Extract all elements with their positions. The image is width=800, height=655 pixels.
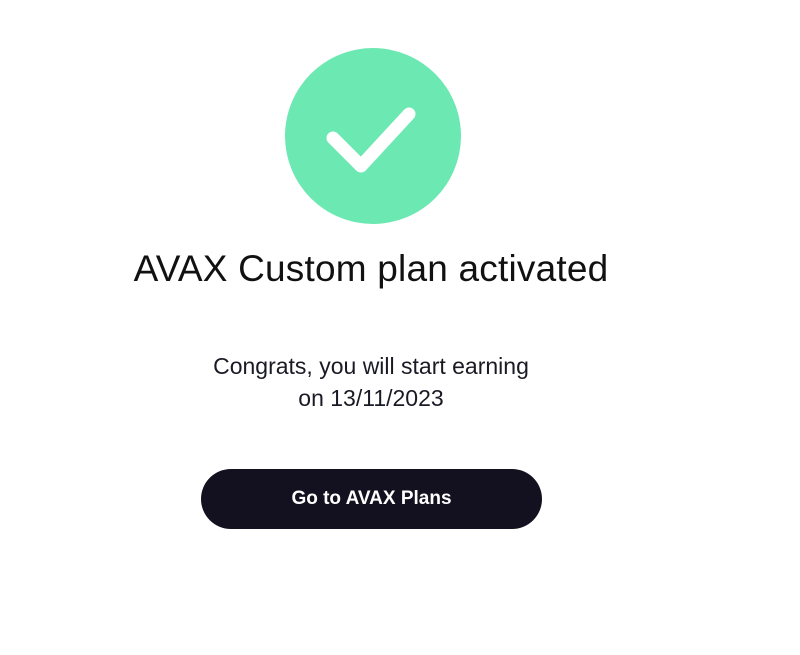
confirmation-message: Congrats, you will start earning on 13/1…: [0, 350, 742, 414]
go-to-avax-plans-button[interactable]: Go to AVAX Plans: [201, 469, 542, 529]
page-title: AVAX Custom plan activated: [133, 248, 609, 289]
success-badge: [285, 48, 461, 224]
checkmark-icon: [326, 107, 416, 173]
confirmation-message-line-2: on 13/11/2023: [298, 385, 444, 411]
plan-activated-page: AVAX Custom plan activated Congrats, you…: [0, 0, 800, 655]
confirmation-message-line-1: Congrats, you will start earning: [213, 353, 529, 379]
